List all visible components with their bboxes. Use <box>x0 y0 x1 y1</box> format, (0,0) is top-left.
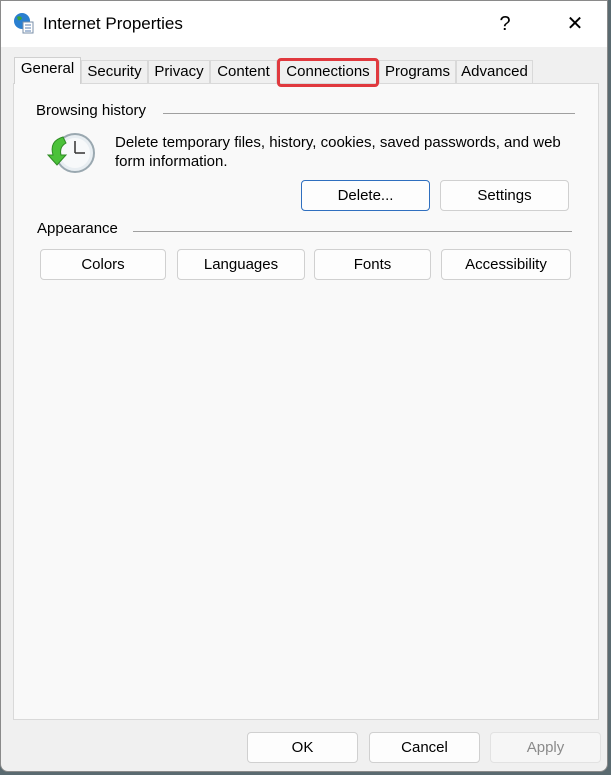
tab-privacy[interactable]: Privacy <box>148 60 210 83</box>
divider <box>163 113 575 114</box>
tab-security[interactable]: Security <box>81 60 148 83</box>
appearance-heading: Appearance <box>37 220 118 237</box>
tab-programs[interactable]: Programs <box>379 60 456 83</box>
close-button[interactable]: ✕ <box>555 9 595 39</box>
tab-general[interactable]: General <box>14 57 81 84</box>
browsing-history-description: Delete temporary files, history, cookies… <box>115 134 561 170</box>
divider <box>133 231 572 232</box>
browsing-history-heading: Browsing history <box>36 102 147 119</box>
general-tab-panel <box>13 83 599 720</box>
colors-button[interactable]: Colors <box>40 249 166 280</box>
tab-content[interactable]: Content <box>210 60 277 83</box>
cancel-button[interactable]: Cancel <box>369 732 480 763</box>
history-clock-icon <box>47 133 95 173</box>
apply-button[interactable]: Apply <box>490 732 601 763</box>
globe-icon <box>14 13 34 34</box>
settings-button[interactable]: Settings <box>440 180 569 211</box>
tab-advanced[interactable]: Advanced <box>456 60 533 83</box>
internet-properties-dialog: Internet Properties ? ✕ General Security… <box>0 0 608 772</box>
accessibility-button[interactable]: Accessibility <box>441 249 571 280</box>
title-bar: Internet Properties ? ✕ <box>1 1 607 47</box>
help-button[interactable]: ? <box>485 9 525 39</box>
languages-button[interactable]: Languages <box>177 249 305 280</box>
fonts-button[interactable]: Fonts <box>314 249 431 280</box>
window-title: Internet Properties <box>43 14 183 33</box>
tab-connections[interactable]: Connections <box>277 60 379 83</box>
delete-button[interactable]: Delete... <box>301 180 430 211</box>
ok-button[interactable]: OK <box>247 732 358 763</box>
